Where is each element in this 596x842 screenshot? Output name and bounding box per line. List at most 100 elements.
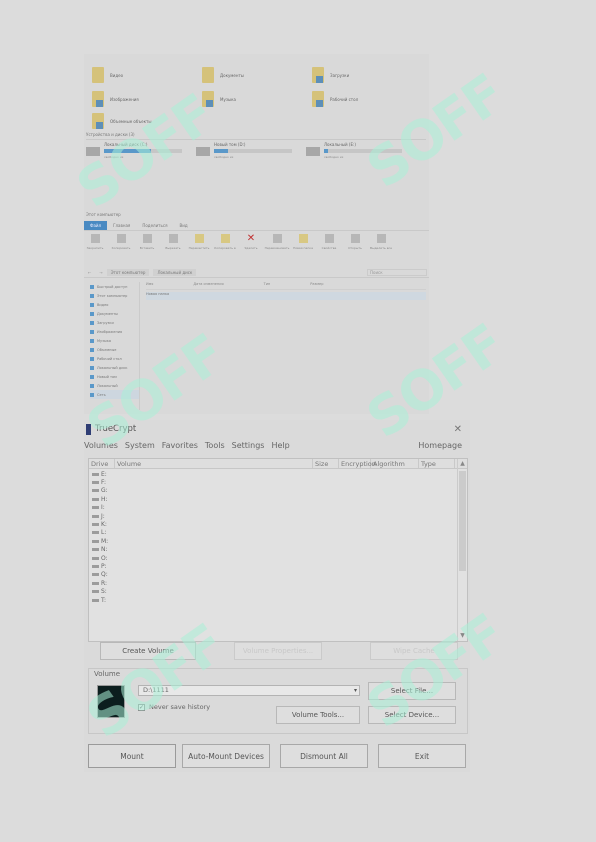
ribbon-button-cut[interactable]: Вырезать <box>162 234 184 262</box>
ribbon-button-properties[interactable]: Свойства <box>318 234 340 262</box>
breadcrumb-item[interactable]: Этот компьютер <box>106 269 150 276</box>
nav-item[interactable]: Загрузки <box>90 318 139 327</box>
nav-item[interactable]: Этот компьютер <box>90 291 139 300</box>
menu-volumes[interactable]: Volumes <box>84 441 118 450</box>
menu-help[interactable]: Help <box>271 441 289 450</box>
drive-row[interactable]: M: <box>89 537 457 545</box>
folder-item-pictures[interactable]: Изображения <box>92 88 202 110</box>
drive-row[interactable]: L: <box>89 529 457 537</box>
drive-row[interactable]: I: <box>89 504 457 512</box>
column-header-encryption[interactable]: Encryption <box>339 459 376 468</box>
drive-list[interactable]: Drive Volume Size Encryption Algorithm T… <box>88 458 468 642</box>
ribbon-tab-share[interactable]: Поделиться <box>136 221 173 230</box>
select-file-button[interactable]: Select File... <box>368 682 456 700</box>
create-volume-button[interactable]: Create Volume <box>100 642 196 660</box>
nav-item[interactable]: Локальный <box>90 381 139 390</box>
back-arrow-icon[interactable]: ← <box>88 270 91 275</box>
scroll-down-icon[interactable]: ▼ <box>458 631 467 641</box>
drive-row[interactable]: E: <box>89 470 457 478</box>
drive-row[interactable]: Q: <box>89 571 457 579</box>
volume-path-combobox[interactable]: D:\1111 ▾ <box>138 685 360 696</box>
nav-item[interactable]: Объемные <box>90 345 139 354</box>
forward-arrow-icon[interactable]: → <box>99 270 102 275</box>
nav-item[interactable]: Локальный диск <box>90 363 139 372</box>
column-header-size[interactable]: Размер <box>310 282 323 289</box>
column-header-type[interactable]: Тип <box>264 282 271 289</box>
volume-properties-button[interactable]: Volume Properties... <box>234 642 322 660</box>
folder-item-3d-objects[interactable]: Объемные объекты <box>92 110 202 132</box>
volume-tools-button[interactable]: Volume Tools... <box>276 706 360 724</box>
column-header-size[interactable]: Size <box>313 459 339 468</box>
address-bar[interactable]: ← → Этот компьютер Локальный диск Поиск <box>84 268 429 278</box>
drive-row[interactable]: T: <box>89 596 457 604</box>
menu-favorites[interactable]: Favorites <box>162 441 198 450</box>
ribbon-button-pin[interactable]: Закрепить <box>84 234 106 262</box>
drive-list-scrollbar[interactable]: ▲ ▼ <box>457 459 467 641</box>
ribbon-button-paste[interactable]: Вставить <box>136 234 158 262</box>
never-save-history-checkbox[interactable]: ✓ Never save history <box>138 703 210 711</box>
homepage-link[interactable]: Homepage <box>418 441 462 450</box>
ribbon-button-open[interactable]: Открыть <box>344 234 366 262</box>
select-device-button[interactable]: Select Device... <box>368 706 456 724</box>
dismount-all-button[interactable]: Dismount All <box>280 744 368 768</box>
ribbon-tab-file[interactable]: Файл <box>84 221 108 230</box>
wipe-cache-button[interactable]: Wipe Cache <box>370 642 458 660</box>
nav-item[interactable]: Быстрый доступ <box>90 282 139 291</box>
ribbon-button-copy[interactable]: Копировать <box>110 234 132 262</box>
breadcrumb-item[interactable]: Локальный диск <box>153 269 197 276</box>
column-header-volume[interactable]: Volume <box>115 459 313 468</box>
drive-row[interactable]: H: <box>89 495 457 503</box>
ribbon-button-move[interactable]: Переместить <box>188 234 210 262</box>
nav-item[interactable]: Документы <box>90 309 139 318</box>
nav-item[interactable]: Изображения <box>90 327 139 336</box>
column-header-type[interactable]: Type <box>419 459 455 468</box>
drive-row[interactable]: J: <box>89 512 457 520</box>
drive-item-c[interactable]: Локальный диск (C:) свободно из <box>86 142 194 164</box>
ribbon-tab-home[interactable]: Главная <box>107 221 136 230</box>
drive-row[interactable]: S: <box>89 587 457 595</box>
column-header-drive[interactable]: Drive <box>89 459 115 468</box>
exit-button[interactable]: Exit <box>378 744 466 768</box>
drive-row[interactable]: F: <box>89 478 457 486</box>
folder-item-desktop[interactable]: Рабочий стол <box>312 88 422 110</box>
file-row[interactable]: Новая папка <box>146 292 426 300</box>
ribbon-button-new-folder[interactable]: Новая папка <box>292 234 314 262</box>
nav-item[interactable]: Сеть <box>90 390 139 399</box>
folder-item-downloads[interactable]: Загрузки <box>312 64 422 86</box>
drive-row[interactable]: O: <box>89 554 457 562</box>
ribbon-button-copy-to[interactable]: Копировать в <box>214 234 236 262</box>
folder-item-documents[interactable]: Документы <box>202 64 312 86</box>
column-header-algorithm[interactable]: Algorithm <box>371 459 419 468</box>
drive-row[interactable]: G: <box>89 487 457 495</box>
close-icon[interactable]: ✕ <box>454 424 462 435</box>
nav-item[interactable]: Новый том <box>90 372 139 381</box>
folder-item-video[interactable]: Видео <box>92 64 202 86</box>
ribbon-tab-view[interactable]: Вид <box>173 221 193 230</box>
drive-row[interactable]: P: <box>89 562 457 570</box>
ribbon-button-delete[interactable]: ✕ Удалить <box>240 234 262 262</box>
scroll-up-icon[interactable]: ▲ <box>458 459 467 469</box>
nav-item[interactable]: Видео <box>90 300 139 309</box>
mount-button[interactable]: Mount <box>88 744 176 768</box>
nav-item[interactable]: Музыка <box>90 336 139 345</box>
drive-row[interactable]: N: <box>89 546 457 554</box>
ribbon-button-select-all[interactable]: Выделить все <box>370 234 392 262</box>
drive-item-d[interactable]: Новый том (D:) свободно из <box>196 142 304 164</box>
checkbox-check-icon[interactable]: ✓ <box>138 703 145 711</box>
explorer-search-input[interactable]: Поиск <box>367 269 427 276</box>
menu-system[interactable]: System <box>125 441 155 450</box>
menu-settings[interactable]: Settings <box>232 441 265 450</box>
column-header-name[interactable]: Имя <box>146 282 153 289</box>
ribbon-button-rename[interactable]: Переименовать <box>265 234 289 262</box>
drive-item-e[interactable]: Локальный (E:) свободно из <box>306 142 414 164</box>
menu-tools[interactable]: Tools <box>205 441 225 450</box>
chevron-down-icon[interactable]: ▾ <box>354 686 357 695</box>
folder-item-music[interactable]: Музыка <box>202 88 312 110</box>
scroll-thumb[interactable] <box>459 471 466 571</box>
drive-row[interactable]: R: <box>89 579 457 587</box>
auto-mount-devices-button[interactable]: Auto-Mount Devices <box>182 744 270 768</box>
column-header-date[interactable]: Дата изменения <box>193 282 223 289</box>
nav-item[interactable]: Рабочий стол <box>90 354 139 363</box>
drive-row[interactable]: K: <box>89 520 457 528</box>
title-bar[interactable]: TrueCrypt ✕ <box>84 420 470 438</box>
